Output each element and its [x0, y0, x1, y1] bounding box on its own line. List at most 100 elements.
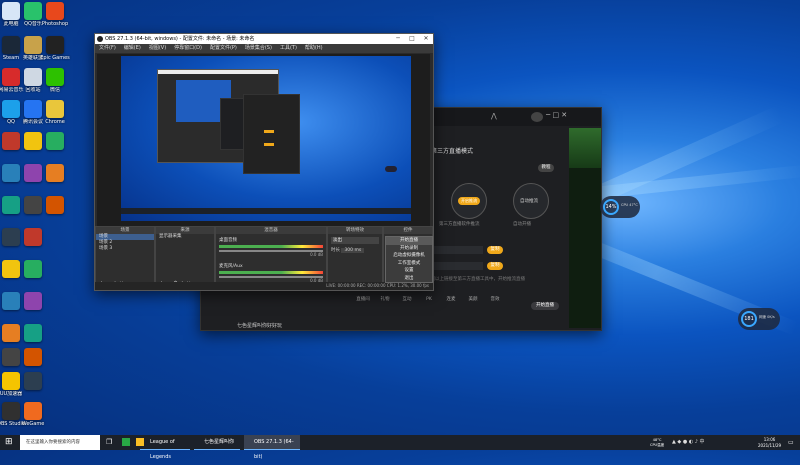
- control-menu-item[interactable]: 退出: [386, 275, 432, 283]
- obs-menu-item[interactable]: 帮助(H): [305, 45, 323, 51]
- copy-key-button[interactable]: 复制: [487, 262, 503, 270]
- toolbar-item[interactable]: 互动: [397, 296, 417, 302]
- push-stream-label: 开启推流: [458, 197, 480, 205]
- desktop-icon-label: 微信: [49, 87, 60, 93]
- toolbar-item[interactable]: 音效: [485, 296, 505, 302]
- transitions-header: 转场特效: [328, 227, 382, 234]
- desktop-icon[interactable]: [16, 324, 50, 342]
- control-menu-item[interactable]: 启动虚拟摄像机: [386, 252, 432, 260]
- preview-taskbar: [121, 208, 411, 214]
- desktop-icon-image: [46, 68, 64, 86]
- auto-caption: 自动开播: [513, 222, 531, 227]
- desktop-icon[interactable]: [16, 228, 50, 246]
- toolbar-item[interactable]: 礼物: [375, 296, 395, 302]
- desktop-icon-image: [24, 292, 42, 310]
- desktop-icon[interactable]: [38, 164, 72, 182]
- control-menu-item[interactable]: 开始录制: [386, 245, 432, 253]
- source-item[interactable]: 显示器采集: [156, 234, 214, 240]
- desktop-icon-image: [46, 2, 64, 20]
- preview-desktop: [121, 56, 411, 221]
- toolbar-item[interactable]: PK: [419, 297, 439, 302]
- toolbar-item[interactable]: 连麦: [441, 296, 461, 302]
- window-controls[interactable]: ─ □ ✕: [546, 111, 567, 119]
- desktop-icon[interactable]: [16, 292, 50, 310]
- desktop-icon[interactable]: WeGame: [16, 402, 50, 427]
- desktop-icon-image: [24, 324, 42, 342]
- maximize-button[interactable]: □: [405, 34, 419, 44]
- desktop-icon[interactable]: Chrome: [38, 100, 72, 125]
- obs-menubar: 文件(F) 编辑(E) 视图(V) 停靠窗口(D) 配置文件(P) 场景集合(S) 工具(T…: [95, 44, 433, 53]
- obs-menu-item[interactable]: 文件(F): [99, 45, 116, 51]
- cpu-widget-right[interactable]: 181 网速 0K/s: [738, 308, 780, 330]
- desktop-icon-image: [24, 260, 42, 278]
- key-field[interactable]: [433, 262, 483, 270]
- obs-preview[interactable]: [97, 54, 430, 250]
- taskbar-app-lol[interactable]: League of Legends: [140, 435, 190, 460]
- toolbar-item[interactable]: 直播间: [353, 296, 373, 302]
- toolbar-item[interactable]: 美颜: [463, 296, 483, 302]
- taskbar-app-obs[interactable]: OBS 27.1.3 (64-bit): [244, 435, 300, 460]
- obs-menu-item[interactable]: 场景集合(S): [245, 45, 272, 51]
- mode-tab[interactable]: 第三方直播模式: [431, 146, 473, 155]
- desktop-icon[interactable]: [38, 132, 72, 150]
- desktop-icon[interactable]: Photoshop: [38, 2, 72, 27]
- tutorial-tag[interactable]: 教程: [538, 164, 554, 172]
- logo-icon: ⋀: [491, 112, 497, 120]
- sources-header: 来源: [156, 227, 214, 234]
- transition-select[interactable]: 淡出: [331, 237, 379, 244]
- desktop: { "desktop": { "icons": [ {"label":"此电脑"…: [0, 0, 800, 460]
- control-menu-item[interactable]: 设置: [386, 267, 432, 275]
- desktop-icon-label: Photoshop: [41, 21, 69, 27]
- control-menu-item[interactable]: 开始直播: [386, 237, 432, 245]
- cpu-widget-left[interactable]: 14% CPU 47°C: [600, 196, 640, 218]
- obs-menu-item[interactable]: 配置文件(P): [210, 45, 237, 51]
- taskbar-app-stream[interactable]: 七色星辉叫你: [194, 435, 240, 450]
- task-view-icon[interactable]: ❐: [106, 435, 112, 450]
- auto-stream-circle[interactable]: 自动推流: [513, 183, 549, 219]
- desktop-icon-image: [24, 372, 42, 390]
- scenes-dock: 场景 场景场景 2场景 3 + − ∧ ∨: [95, 226, 155, 290]
- desktop-icon-label: WeGame: [21, 421, 45, 427]
- notification-icon[interactable]: ▭: [788, 435, 794, 450]
- scenes-header: 场景: [96, 227, 154, 234]
- obs-menu-item[interactable]: 停靠窗口(D): [174, 45, 202, 51]
- obs-menu-item[interactable]: 工具(T): [280, 45, 297, 51]
- go-live-button[interactable]: 开始直播: [531, 302, 559, 310]
- mixer-dock: 混音器 桌面音频 0.0 dB 麦克风/Aux 0.0 dB: [215, 226, 327, 290]
- hint-text: 复制以上链接至第三方直播工具中，开始推流直播: [426, 277, 525, 282]
- desktop-icon[interactable]: [16, 260, 50, 278]
- obs-window[interactable]: OBS 27.1.3 (64-bit, windows) - 配置文件: 未命名…: [94, 33, 434, 291]
- desktop-icon[interactable]: [16, 348, 50, 366]
- desktop-icon[interactable]: Epic Games: [38, 36, 72, 61]
- desktop-icon-image: [46, 164, 64, 182]
- copy-server-button[interactable]: 复制: [487, 246, 503, 254]
- scene-item[interactable]: 场景 3: [96, 246, 154, 252]
- server-field[interactable]: [433, 246, 483, 254]
- start-button[interactable]: ⊞: [5, 435, 13, 450]
- control-menu-item[interactable]: 工作室模式: [386, 260, 432, 268]
- obs-menu-item[interactable]: 视图(V): [149, 45, 166, 51]
- minimize-button[interactable]: ─: [391, 34, 405, 44]
- push-stream-circle[interactable]: 开启推流: [451, 183, 487, 219]
- obs-titlebar[interactable]: OBS 27.1.3 (64-bit, windows) - 配置文件: 未命名…: [95, 34, 433, 44]
- taskbar-search[interactable]: 在这里输入你要搜索的内容: [20, 435, 100, 450]
- close-button[interactable]: ✕: [419, 34, 433, 44]
- desktop-icon-image: [24, 402, 42, 420]
- avatar[interactable]: [531, 112, 543, 122]
- desktop-icon-image: [24, 228, 42, 246]
- nested-app: [243, 94, 300, 174]
- duration-input[interactable]: 300 ms: [341, 248, 365, 253]
- duration-label: 时长: [331, 248, 340, 253]
- tray-icons[interactable]: ▲ ◆ ● ◐ ♪ 中: [672, 435, 705, 450]
- obs-menu-item[interactable]: 编辑(E): [124, 45, 141, 51]
- desktop-icon[interactable]: 微信: [38, 68, 72, 93]
- tray-cpu-temp: 48°C CPU温度: [650, 438, 665, 447]
- push-caption: 第三方直播软件推流: [439, 222, 480, 227]
- desktop-icon[interactable]: [38, 196, 72, 214]
- net-gauge: 181: [741, 311, 757, 327]
- obs-logo-icon: [97, 36, 103, 42]
- desktop-icon[interactable]: [16, 372, 50, 390]
- desktop-icon-label: Epic Games: [40, 55, 70, 61]
- auto-stream-label: 自动推流: [520, 199, 538, 204]
- mixer-channel-name: 桌面音频: [219, 238, 237, 243]
